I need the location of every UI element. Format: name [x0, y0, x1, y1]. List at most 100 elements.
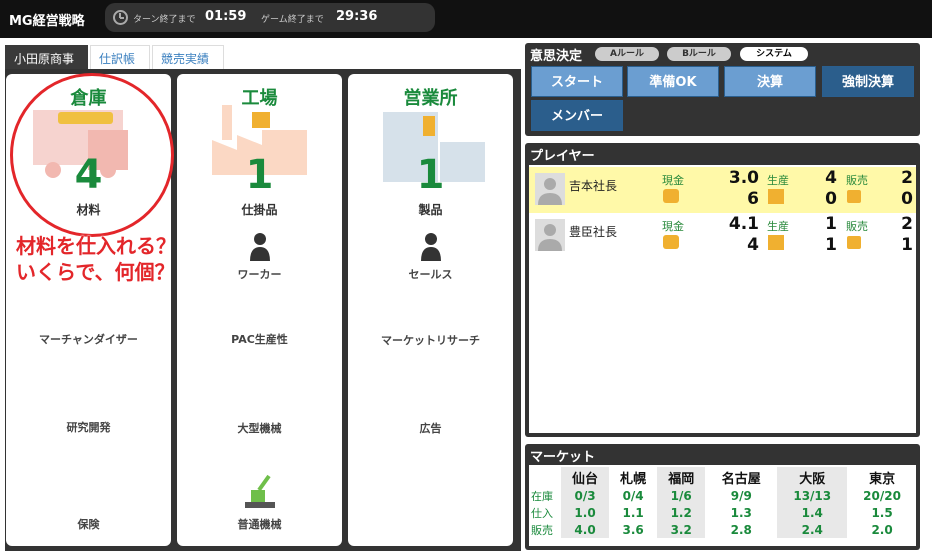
- table-cell: 2.0: [871, 522, 893, 537]
- machine-icon: [245, 474, 275, 508]
- game-timer-value: 29:36: [336, 9, 378, 24]
- sales-stat-label: 販売: [846, 220, 868, 233]
- city-header: 東京: [869, 471, 896, 487]
- table-cell: 4.0: [561, 521, 610, 538]
- annotation-line-2: いくらで、何個？: [16, 260, 175, 284]
- timer-box: ターン終了まで 01:59 ゲーム終了まで 29:36: [105, 3, 435, 32]
- rule-a-pill[interactable]: Aルール: [595, 47, 659, 61]
- city-header: 大阪: [777, 467, 848, 487]
- turn-timer-value: 01:59: [205, 9, 247, 24]
- system-pill[interactable]: システム: [740, 47, 808, 61]
- production-label: 生産: [767, 220, 789, 233]
- cash-label: 現金: [662, 174, 684, 187]
- coins-value: 6: [747, 189, 759, 209]
- sales-stat-label: 販売: [846, 174, 868, 187]
- player-row[interactable]: 吉本社長 現金 3.0 6 生産 4 0 販売 2 0: [529, 167, 916, 213]
- pac-label[interactable]: PAC生産性: [177, 331, 342, 347]
- table-cell: 3.6: [622, 522, 644, 537]
- avatar-icon: [535, 173, 565, 205]
- row-label: 仕入: [531, 506, 553, 520]
- top-bar: MG経営戦略 ターン終了まで 01:59 ゲーム終了まで 29:36: [0, 0, 932, 38]
- members-button[interactable]: メンバー: [531, 100, 623, 131]
- normal-machine-label[interactable]: 普通機械: [177, 516, 342, 532]
- insurance-label[interactable]: 保険: [6, 516, 171, 532]
- coins-icon: [663, 189, 679, 203]
- large-machine-label[interactable]: 大型機械: [177, 420, 342, 436]
- annotation-circle: [10, 73, 174, 237]
- cash-value: 4.1: [728, 214, 759, 234]
- table-cell: 1/6: [657, 487, 706, 504]
- annotation-text: 材料を仕入れる？ いくらで、何個？: [16, 233, 176, 285]
- tab-journal[interactable]: 仕訳帳: [90, 45, 150, 69]
- wip-count: 1: [245, 152, 274, 198]
- ready-button[interactable]: 準備OK: [627, 66, 719, 97]
- decision-title: 意思決定: [530, 49, 583, 64]
- box-icon: [768, 235, 784, 250]
- table-cell: 1.1: [622, 505, 644, 520]
- table-cell: 1.4: [777, 504, 848, 521]
- advertising-label[interactable]: 広告: [348, 420, 513, 436]
- settle-button[interactable]: 決算: [724, 66, 816, 97]
- tab-auction-results[interactable]: 競売実績: [152, 45, 224, 69]
- product-count: 1: [416, 152, 445, 198]
- table-cell: 1.2: [657, 504, 706, 521]
- game-timer-label: ゲーム終了まで: [261, 15, 324, 25]
- table-cell: 9/9: [730, 488, 752, 503]
- rnd-label[interactable]: 研究開発: [6, 419, 171, 435]
- force-settle-button[interactable]: 強制決算: [822, 66, 914, 97]
- table-cell: 1.0: [561, 504, 610, 521]
- row-label: 在庫: [531, 489, 553, 503]
- sales-stat-value: 2: [901, 168, 913, 188]
- wip-label: 仕掛品: [241, 203, 278, 217]
- table-cell: 13/13: [777, 487, 848, 504]
- players-panel: プレイヤー 吉本社長 現金 3.0 6 生産 4 0 販売 2 0 豊臣社長 現…: [525, 143, 920, 437]
- boxes-value: 0: [825, 189, 837, 209]
- boxes-value: 1: [825, 235, 837, 255]
- start-button[interactable]: スタート: [531, 66, 623, 97]
- clock-icon: [113, 10, 128, 25]
- app-title: MG経営戦略: [9, 14, 85, 29]
- row-label: 販売: [531, 523, 553, 537]
- box-icon: [768, 189, 784, 204]
- sales-stat-value: 2: [901, 214, 913, 234]
- decision-panel: 意思決定 Aルール Bルール システム スタート 準備OK 決算 強制決算 メン…: [525, 43, 920, 136]
- market-research-label[interactable]: マーケットリサーチ: [348, 332, 513, 348]
- merchandiser-label[interactable]: マーチャンダイザー: [6, 331, 171, 347]
- annotation-line-1: 材料を仕入れる？: [16, 234, 176, 258]
- player-row[interactable]: 豊臣社長 現金 4.1 4 生産 1 1 販売 2 1: [529, 213, 916, 259]
- table-cell: 2.4: [777, 521, 848, 538]
- table-row: 在庫 0/3 0/4 1/6 9/9 13/13 20/20: [529, 487, 917, 504]
- table-cell: 0/4: [622, 488, 644, 503]
- turn-timer-label: ターン終了まで: [133, 15, 196, 25]
- table-cell: 3.2: [657, 521, 706, 538]
- table-cell: 20/20: [863, 488, 901, 503]
- city-header: 名古屋: [721, 471, 761, 487]
- rule-b-pill[interactable]: Bルール: [667, 47, 731, 61]
- production-value: 4: [825, 168, 837, 188]
- table-row: 販売 4.0 3.6 3.2 2.8 2.4 2.0: [529, 521, 917, 538]
- coins-value: 4: [747, 235, 759, 255]
- factory-title: 工場: [241, 88, 278, 109]
- product-label: 製品: [418, 203, 443, 217]
- players-title: プレイヤー: [530, 149, 595, 164]
- worker-icon: [250, 233, 270, 261]
- sales-person-icon: [421, 233, 441, 261]
- tab-company[interactable]: 小田原商事: [5, 45, 88, 69]
- sales-label[interactable]: セールス: [348, 266, 513, 282]
- production-value: 1: [825, 214, 837, 234]
- table-cell: 0/3: [561, 487, 610, 504]
- factory-column: 工場 1 仕掛品 ワーカー PAC生産性 大型機械 普通機械: [177, 74, 342, 546]
- player-name: 吉本社長: [569, 179, 618, 193]
- players-list: 吉本社長 現金 3.0 6 生産 4 0 販売 2 0 豊臣社長 現金 4.1 …: [529, 165, 916, 433]
- coins-icon: [663, 235, 679, 249]
- office-title: 営業所: [403, 88, 458, 109]
- market-table: 仙台 札幌 福岡 名古屋 大阪 東京 在庫 0/3 0/4 1/6 9/9 13…: [529, 467, 917, 538]
- tags-value: 1: [901, 235, 913, 255]
- market-title: マーケット: [530, 450, 596, 465]
- worker-label[interactable]: ワーカー: [177, 266, 342, 282]
- player-name: 豊臣社長: [569, 225, 618, 239]
- table-cell: 2.8: [730, 522, 752, 537]
- cash-label: 現金: [662, 220, 684, 233]
- production-label: 生産: [767, 174, 789, 187]
- city-header: 仙台: [561, 467, 610, 487]
